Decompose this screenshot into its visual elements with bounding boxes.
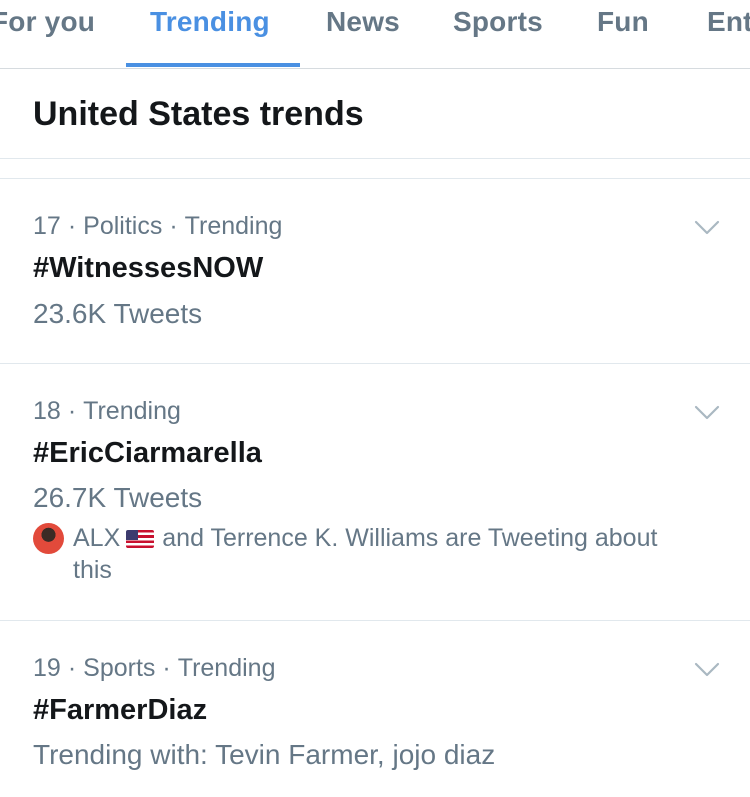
trend-category: Politics — [83, 212, 163, 240]
explore-page: For you Trending News Sports Fun Ent Uni… — [0, 0, 750, 797]
avatar — [33, 523, 64, 554]
trend-status: Trending — [184, 212, 283, 240]
trend-item[interactable]: 19 · Sports · Trending #FarmerDiaz Trending … — [0, 621, 750, 797]
tab-entertainment[interactable]: Ent — [707, 6, 750, 42]
trend-status: Trending — [177, 654, 276, 682]
social-user: ALX — [73, 524, 121, 552]
chevron-down-icon[interactable] — [694, 405, 720, 421]
trend-tweet-count: 26.7K Tweets — [33, 482, 203, 513]
trend-rank: 19 — [33, 654, 61, 682]
trend-meta: 18 · Trending — [33, 397, 181, 425]
social-context-text: ALX and Terrence K. Williams are Tweeting… — [73, 522, 723, 586]
tab-for-you[interactable]: For you — [0, 6, 95, 42]
trend-meta: 17 · Politics · Trending — [33, 212, 283, 240]
chevron-down-icon[interactable] — [694, 662, 720, 678]
trend-meta: 19 · Sports · Trending — [33, 654, 276, 682]
section-title: United States trends — [33, 95, 364, 133]
trend-rank: 18 — [33, 397, 61, 425]
tab-news[interactable]: News — [326, 6, 400, 42]
trend-status: Trending — [83, 397, 181, 425]
trend-category: Sports — [83, 654, 156, 682]
active-tab-indicator — [126, 63, 300, 67]
social-rest-line1: and Terrence K. Williams are Tweeting ab… — [162, 524, 658, 552]
trend-hashtag[interactable]: #FarmerDiaz — [33, 694, 207, 727]
trend-hashtag[interactable]: #WitnessesNOW — [33, 252, 263, 285]
trend-tweet-count: 23.6K Tweets — [33, 298, 203, 329]
trend-context: Trending with: Tevin Farmer, jojo diaz — [33, 739, 496, 770]
divider — [0, 158, 750, 159]
chevron-down-icon[interactable] — [694, 220, 720, 236]
social-rest-line2: this — [73, 556, 112, 584]
trend-item[interactable]: 18 · Trending #EricCiarmarella 26.7K Tweet… — [0, 364, 750, 620]
explore-tabs: For you Trending News Sports Fun Ent — [0, 0, 750, 69]
tab-trending[interactable]: Trending — [150, 6, 270, 42]
trend-item[interactable]: 17 · Politics · Trending #WitnessesNOW 23.6K… — [0, 179, 750, 363]
us-flag-icon — [126, 530, 155, 548]
tab-sports[interactable]: Sports — [453, 6, 543, 42]
trend-rank: 17 — [33, 212, 61, 240]
trend-hashtag[interactable]: #EricCiarmarella — [33, 437, 262, 470]
social-context: ALX and Terrence K. Williams are Tweeting… — [33, 522, 723, 586]
tab-fun[interactable]: Fun — [597, 6, 649, 42]
